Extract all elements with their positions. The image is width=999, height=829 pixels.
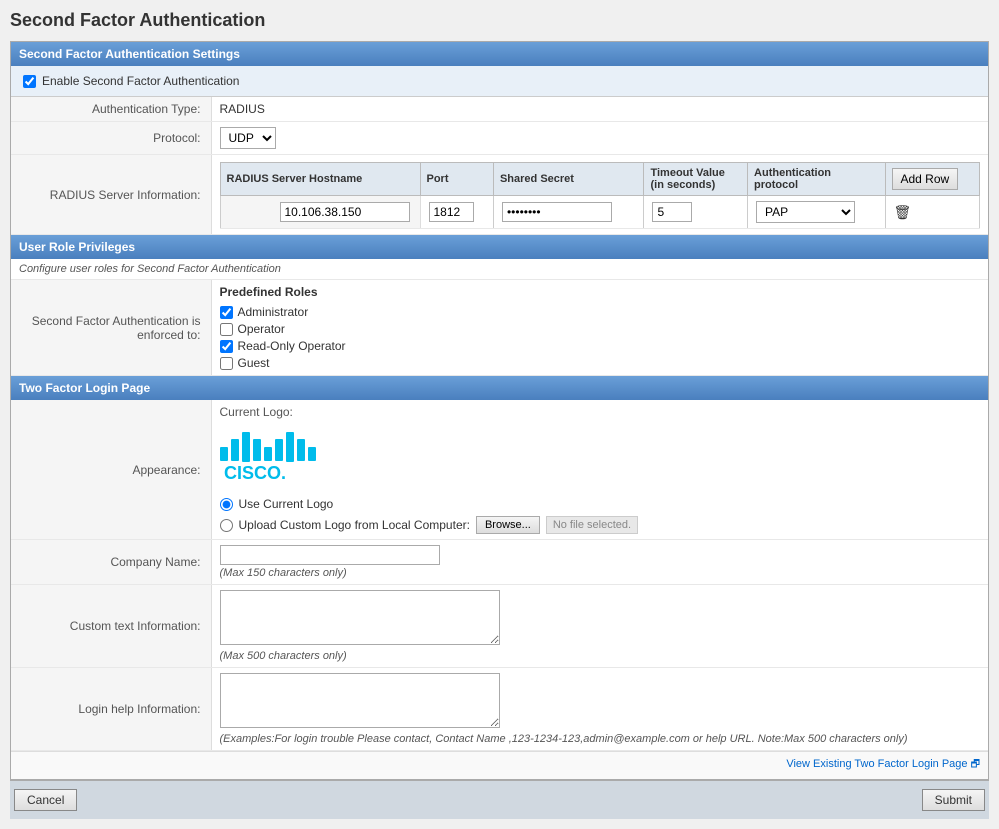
no-file-text: No file selected. xyxy=(546,516,638,534)
company-name-cell: (Max 150 characters only) xyxy=(211,540,988,585)
custom-text-cell: (Max 500 characters only) xyxy=(211,585,988,668)
use-current-label: Use Current Logo xyxy=(239,497,334,511)
current-logo-label: Current Logo: xyxy=(220,405,293,419)
col-add-row: Add Row xyxy=(885,163,980,196)
radius-row: RADIUS Server Information: RADIUS Server… xyxy=(11,155,988,235)
upload-custom-radio-row: Upload Custom Logo from Local Computer: … xyxy=(220,516,639,534)
custom-text-textarea[interactable] xyxy=(220,590,500,645)
timeout-cell xyxy=(644,196,748,229)
radius-header-row: RADIUS Server Hostname Port Shared Secre… xyxy=(220,163,980,196)
role-row-operator: Operator xyxy=(220,322,981,336)
enforced-label: Second Factor Authentication is enforced… xyxy=(11,280,211,376)
custom-text-label: Custom text Information: xyxy=(11,585,211,668)
cancel-button[interactable]: Cancel xyxy=(14,789,77,811)
use-current-radio-row: Use Current Logo xyxy=(220,497,639,511)
login-page-form-table: Appearance: Current Logo: xyxy=(11,400,988,751)
enable-checkbox[interactable] xyxy=(23,75,36,88)
port-cell xyxy=(420,196,493,229)
radius-table: RADIUS Server Hostname Port Shared Secre… xyxy=(220,162,981,229)
upload-custom-label: Upload Custom Logo from Local Computer: xyxy=(239,518,470,532)
role-row-administrator: Administrator xyxy=(220,305,981,319)
radius-data-row: PAP CHAP MS-CHAP MS-CHAPv2 🗑 xyxy=(220,196,980,229)
custom-text-max: (Max 500 characters only) xyxy=(220,650,347,662)
login-help-textarea[interactable] xyxy=(220,673,500,728)
svg-text:CISCO.: CISCO. xyxy=(224,463,286,483)
role-operator-label: Operator xyxy=(238,322,285,336)
settings-form-table: Authentication Type: RADIUS Protocol: UD… xyxy=(11,97,988,235)
page-title: Second Factor Authentication xyxy=(10,10,989,31)
roles-container: Predefined Roles Administrator Operator xyxy=(220,285,981,370)
logo-area: Current Logo: xyxy=(220,405,981,534)
predefined-roles-label: Predefined Roles xyxy=(220,285,981,299)
auth-type-value: RADIUS xyxy=(211,97,988,122)
browse-button[interactable]: Browse... xyxy=(476,516,540,534)
role-administrator-checkbox[interactable] xyxy=(220,306,233,319)
appearance-cell: Current Logo: xyxy=(211,400,988,540)
auth-protocol-select[interactable]: PAP CHAP MS-CHAP MS-CHAPv2 xyxy=(756,201,855,223)
col-port: Port xyxy=(420,163,493,196)
roles-cell: Predefined Roles Administrator Operator xyxy=(211,280,988,376)
login-page-section-header: Two Factor Login Page xyxy=(11,376,988,400)
delete-cell: 🗑 xyxy=(885,196,980,229)
cisco-logo-svg: CISCO. xyxy=(220,429,340,484)
hostname-input[interactable] xyxy=(280,202,410,222)
view-login-page-link[interactable]: View Existing Two Factor Login Page xyxy=(786,758,967,770)
footer-link-row: View Existing Two Factor Login Page 🗗 xyxy=(11,751,988,779)
enable-row: Enable Second Factor Authentication xyxy=(11,66,988,97)
cisco-logo: CISCO. xyxy=(220,429,340,487)
custom-text-row: Custom text Information: (Max 500 charac… xyxy=(11,585,988,668)
role-row-guest: Guest xyxy=(220,356,981,370)
login-help-row: Login help Information: (Examples:For lo… xyxy=(11,668,988,751)
login-help-label: Login help Information: xyxy=(11,668,211,751)
settings-section-header: Second Factor Authentication Settings xyxy=(11,42,988,66)
auth-type-label: Authentication Type: xyxy=(11,97,211,122)
col-hostname: RADIUS Server Hostname xyxy=(220,163,420,196)
bottom-buttons: Cancel Submit xyxy=(10,780,989,819)
timeout-input[interactable] xyxy=(652,202,692,222)
col-shared-secret: Shared Secret xyxy=(493,163,644,196)
user-roles-section-header: User Role Privileges xyxy=(11,235,988,259)
appearance-row: Appearance: Current Logo: xyxy=(11,400,988,540)
role-readonly-checkbox[interactable] xyxy=(220,340,233,353)
radius-label: RADIUS Server Information: xyxy=(11,155,211,235)
auth-type-row: Authentication Type: RADIUS xyxy=(11,97,988,122)
role-readonly-label: Read-Only Operator xyxy=(238,339,346,353)
protocol-label: Protocol: xyxy=(11,122,211,155)
protocol-cell: UDP TCP xyxy=(211,122,988,155)
login-help-example: (Examples:For login trouble Please conta… xyxy=(220,733,908,745)
enforced-row: Second Factor Authentication is enforced… xyxy=(11,280,988,376)
appearance-label: Appearance: xyxy=(11,400,211,540)
company-name-row: Company Name: (Max 150 characters only) xyxy=(11,540,988,585)
role-guest-checkbox[interactable] xyxy=(220,357,233,370)
add-row-button[interactable]: Add Row xyxy=(892,168,959,190)
radio-group: Use Current Logo Upload Custom Logo from… xyxy=(220,497,639,534)
configure-text: Configure user roles for Second Factor A… xyxy=(11,259,988,280)
company-name-input[interactable] xyxy=(220,545,440,565)
use-current-radio[interactable] xyxy=(220,498,233,511)
col-timeout: Timeout Value(in seconds) xyxy=(644,163,748,196)
protocol-select[interactable]: UDP TCP xyxy=(220,127,276,149)
shared-secret-cell xyxy=(493,196,644,229)
shared-secret-input[interactable] xyxy=(502,202,612,222)
role-administrator-label: Administrator xyxy=(238,305,309,319)
external-link-icon: 🗗 xyxy=(971,759,980,770)
hostname-cell xyxy=(220,196,420,229)
company-name-label: Company Name: xyxy=(11,540,211,585)
role-operator-checkbox[interactable] xyxy=(220,323,233,336)
company-name-max-text: (Max 150 characters only) xyxy=(220,567,347,579)
upload-custom-radio[interactable] xyxy=(220,519,233,532)
delete-row-button[interactable]: 🗑 xyxy=(894,204,912,221)
protocol-row: Protocol: UDP TCP xyxy=(11,122,988,155)
auth-protocol-cell: PAP CHAP MS-CHAP MS-CHAPv2 xyxy=(748,196,885,229)
submit-button[interactable]: Submit xyxy=(922,789,985,811)
role-row-readonly: Read-Only Operator xyxy=(220,339,981,353)
enable-label[interactable]: Enable Second Factor Authentication xyxy=(42,74,239,88)
col-auth-protocol: Authenticationprotocol xyxy=(748,163,885,196)
port-input[interactable] xyxy=(429,202,474,222)
radius-cell: RADIUS Server Hostname Port Shared Secre… xyxy=(211,155,988,235)
login-help-cell: (Examples:For login trouble Please conta… xyxy=(211,668,988,751)
user-roles-form-table: Second Factor Authentication is enforced… xyxy=(11,280,988,376)
role-guest-label: Guest xyxy=(238,356,270,370)
